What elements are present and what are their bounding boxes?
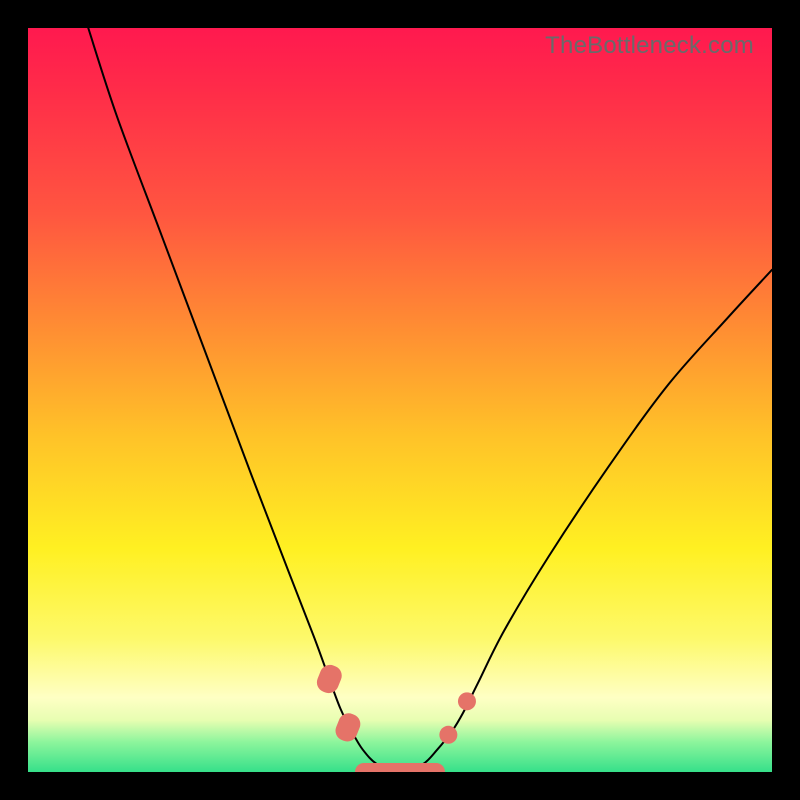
bead-left-lower bbox=[332, 710, 363, 744]
chart-frame: TheBottleneck.com bbox=[0, 0, 800, 800]
bead-right-upper bbox=[458, 692, 476, 710]
curve-layer bbox=[28, 28, 772, 772]
marker-group bbox=[314, 662, 476, 772]
bead-left-upper bbox=[314, 662, 345, 696]
bead-right-lower bbox=[439, 726, 457, 744]
bottleneck-curve bbox=[88, 28, 772, 772]
bead-bottom-plateau bbox=[355, 763, 445, 772]
plot-area: TheBottleneck.com bbox=[28, 28, 772, 772]
